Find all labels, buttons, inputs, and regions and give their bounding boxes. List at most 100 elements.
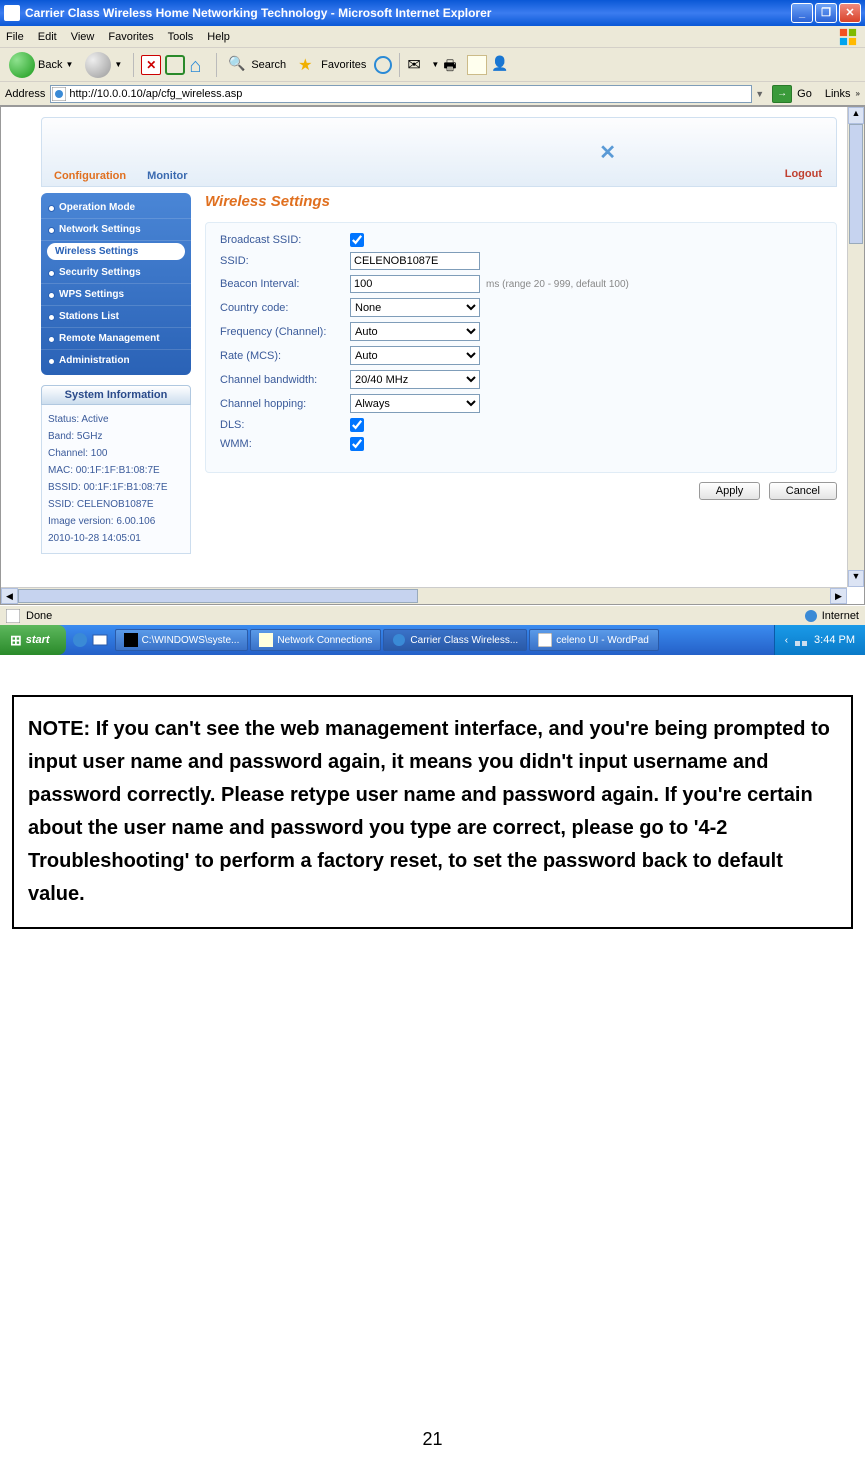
sysinfo-band: Band: 5GHz	[48, 428, 184, 445]
taskbar-item-ie[interactable]: Carrier Class Wireless...	[383, 629, 527, 651]
header-x-icon: ✕	[599, 140, 616, 165]
input-beacon-interval[interactable]	[350, 275, 480, 293]
vertical-scrollbar[interactable]: ▲ ▼	[847, 107, 864, 587]
label-beacon-interval: Beacon Interval:	[220, 278, 350, 290]
select-channel-hopping[interactable]: Always	[350, 394, 480, 413]
home-icon[interactable]	[189, 55, 209, 75]
nav-stations-list[interactable]: Stations List	[41, 306, 191, 328]
note-box: NOTE: If you can't see the web managemen…	[12, 695, 853, 929]
forward-button[interactable]: ▼	[81, 50, 126, 80]
tray-chevron-icon[interactable]: ‹	[785, 635, 788, 646]
label-channel-hopping: Channel hopping:	[220, 398, 350, 410]
refresh-icon[interactable]	[165, 55, 185, 75]
scroll-right-icon[interactable]: ▶	[830, 588, 847, 604]
history-icon[interactable]	[374, 56, 392, 74]
input-ssid[interactable]	[350, 252, 480, 270]
status-bar: Done Internet	[0, 605, 865, 625]
taskbar-item-wordpad[interactable]: celeno UI - WordPad	[529, 629, 659, 651]
page-icon	[52, 87, 66, 101]
cancel-button[interactable]: Cancel	[769, 482, 837, 500]
select-bandwidth[interactable]: 20/40 MHz	[350, 370, 480, 389]
tab-monitor[interactable]: Monitor	[147, 170, 187, 182]
sysinfo-title: System Information	[41, 385, 191, 405]
menu-tools[interactable]: Tools	[168, 31, 194, 43]
label-frequency: Frequency (Channel):	[220, 326, 350, 338]
favorites-button[interactable]: Favorites	[294, 53, 370, 77]
page-title: Wireless Settings	[205, 193, 837, 210]
search-button[interactable]: Search	[224, 53, 290, 77]
nav-operation-mode[interactable]: Operation Mode	[41, 197, 191, 219]
start-button[interactable]: start	[0, 625, 66, 655]
menu-edit[interactable]: Edit	[38, 31, 57, 43]
messenger-icon[interactable]: 👤	[491, 55, 511, 75]
checkbox-dls[interactable]	[350, 418, 364, 432]
select-country-code[interactable]: None	[350, 298, 480, 317]
internet-zone-icon	[804, 609, 818, 623]
label-rate: Rate (MCS):	[220, 350, 350, 362]
nav-wps-settings[interactable]: WPS Settings	[41, 284, 191, 306]
sysinfo-date: 2010-10-28 14:05:01	[48, 530, 184, 547]
horizontal-scrollbar[interactable]: ◀ ▶	[1, 587, 847, 604]
vscroll-thumb[interactable]	[849, 124, 863, 244]
quicklaunch-ie-icon[interactable]	[72, 632, 88, 648]
ie-icon	[4, 5, 20, 21]
scroll-up-icon[interactable]: ▲	[848, 107, 864, 124]
menu-favorites[interactable]: Favorites	[108, 31, 153, 43]
nav-administration[interactable]: Administration	[41, 350, 191, 371]
stop-icon[interactable]: ✕	[141, 55, 161, 75]
nav-wireless-settings[interactable]: Wireless Settings	[47, 243, 185, 260]
toolbar: Back▼ ▼ ✕ Search Favorites ✉ ▼ 🖶 👤	[0, 48, 865, 82]
nav-network-settings[interactable]: Network Settings	[41, 219, 191, 241]
checkbox-broadcast-ssid[interactable]	[350, 233, 364, 247]
tab-configuration[interactable]: Configuration	[54, 170, 126, 182]
nav-security-settings[interactable]: Security Settings	[41, 262, 191, 284]
sysinfo-panel: Status: Active Band: 5GHz Channel: 100 M…	[41, 405, 191, 554]
maximize-button[interactable]: ❐	[815, 3, 837, 23]
links-label[interactable]: Links	[825, 88, 851, 100]
go-label: Go	[797, 88, 812, 100]
sysinfo-status: Status: Active	[48, 411, 184, 428]
label-wmm: WMM:	[220, 438, 350, 450]
select-rate[interactable]: Auto	[350, 346, 480, 365]
menu-view[interactable]: View	[71, 31, 95, 43]
router-header: ✕ Configuration Monitor Logout	[41, 117, 837, 187]
close-button[interactable]: ✕	[839, 3, 861, 23]
checkbox-wmm[interactable]	[350, 437, 364, 451]
tray-network-icon[interactable]	[794, 633, 808, 647]
window-title: Carrier Class Wireless Home Networking T…	[25, 6, 491, 20]
back-button[interactable]: Back▼	[5, 50, 77, 80]
menu-help[interactable]: Help	[207, 31, 230, 43]
minimize-button[interactable]: _	[791, 3, 813, 23]
menubar: File Edit View Favorites Tools Help	[0, 26, 865, 48]
menu-file[interactable]: File	[6, 31, 24, 43]
scroll-down-icon[interactable]: ▼	[848, 570, 864, 587]
browser-viewport: ✕ Configuration Monitor Logout Operation…	[0, 106, 865, 605]
hscroll-thumb[interactable]	[18, 589, 418, 603]
done-icon	[6, 609, 20, 623]
address-bar: Address ▼ → Go Links »	[0, 82, 865, 106]
sidebar-nav: Operation Mode Network Settings Wireless…	[41, 193, 191, 375]
nav-remote-management[interactable]: Remote Management	[41, 328, 191, 350]
links-chevron-icon[interactable]: »	[856, 89, 860, 98]
address-label: Address	[5, 88, 45, 100]
hint-beacon: ms (range 20 - 999, default 100)	[486, 279, 629, 290]
edit-icon[interactable]	[467, 55, 487, 75]
sysinfo-bssid: BSSID: 00:1F:1F:B1:08:7E	[48, 479, 184, 496]
sysinfo-channel: Channel: 100	[48, 445, 184, 462]
go-button[interactable]: →	[772, 85, 792, 103]
quicklaunch-desktop-icon[interactable]	[92, 632, 108, 648]
windows-logo-icon	[837, 28, 859, 46]
address-input[interactable]	[50, 85, 752, 103]
mail-icon[interactable]: ✉	[407, 55, 427, 75]
taskbar-item-network[interactable]: Network Connections	[250, 629, 381, 651]
print-icon[interactable]: 🖶	[443, 55, 463, 75]
window-titlebar: Carrier Class Wireless Home Networking T…	[0, 0, 865, 26]
select-frequency[interactable]: Auto	[350, 322, 480, 341]
address-dropdown-icon[interactable]: ▼	[752, 89, 767, 99]
logout-link[interactable]: Logout	[785, 168, 822, 180]
taskbar-item-cmd[interactable]: C:\WINDOWS\syste...	[115, 629, 249, 651]
apply-button[interactable]: Apply	[699, 482, 761, 500]
scroll-left-icon[interactable]: ◀	[1, 588, 18, 604]
settings-form: Broadcast SSID: SSID: Beacon Interval:ms…	[205, 222, 837, 473]
status-zone: Internet	[822, 610, 859, 622]
